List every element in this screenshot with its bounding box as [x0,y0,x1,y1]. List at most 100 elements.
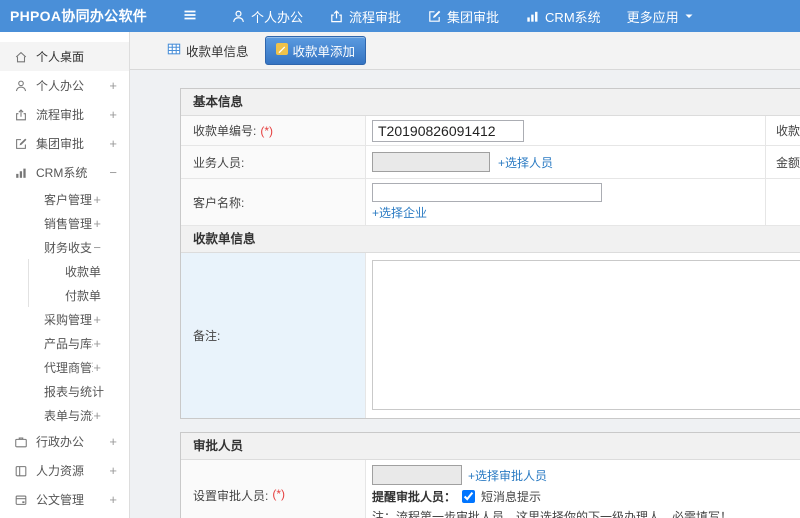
select-staff-link[interactable]: +选择人员 [498,154,553,171]
collapse-toggle[interactable]: − [109,166,117,179]
sidebar-item-group-approval[interactable]: 集团审批 + [0,129,129,158]
expand-toggle[interactable]: + [93,313,101,326]
section-header-basic: 基本信息 [181,89,800,116]
field-cell: +选择审批人员 提醒审批人员： 短消息提示 注：流程第一步审批人员，这里选择你的… [366,460,800,518]
expand-toggle[interactable]: + [109,464,117,477]
sidebar-item-label: 个人桌面 [36,50,85,64]
field-label: 客户名称: [181,179,366,225]
briefcase-icon [14,435,30,449]
collapse-toggle[interactable]: − [93,241,101,254]
expand-toggle[interactable]: + [93,217,101,230]
field-cell [366,116,766,145]
book-icon [14,464,30,478]
expand-toggle[interactable]: + [109,493,117,506]
top-menu-label: 集团审批 [447,9,500,25]
sidebar-item-documents[interactable]: 公文管理 + [0,485,129,514]
approver-input[interactable] [372,465,462,485]
form-row-sales-staff: 业务人员: +选择人员 金额: [181,146,800,179]
tab-bar: 收款单信息 收款单添加 [130,32,800,70]
amount-label: 金额: [776,155,800,170]
sidebar-item-crm[interactable]: CRM系统 − [0,158,129,187]
sidebar-item-label: 代理商管理 [44,360,93,375]
receipt-number-label: 收款单编号: [193,124,257,138]
remark-textarea[interactable] [372,260,800,410]
sidebar-item-label: CRM系统 [36,166,88,180]
expand-toggle[interactable]: + [93,193,101,206]
content-area: 基本信息 收款单编号: (*) 收款单日期: 业务人员: [130,70,800,518]
sidebar-item-product-inventory[interactable]: 产品与库存 + [0,331,129,355]
sales-staff-input[interactable] [372,152,490,172]
select-company-link[interactable]: +选择企业 [372,204,427,221]
tab-label: 收款单信息 [186,45,249,59]
sidebar-item-agent-mgmt[interactable]: 代理商管理 + [0,355,129,379]
expand-toggle[interactable]: + [109,79,117,92]
chart-icon [14,166,30,180]
workflow-icon [14,108,30,122]
sms-remind-label: 短消息提示 [481,490,542,504]
sidebar-item-sales-mgmt[interactable]: 销售管理 + [0,211,129,235]
sidebar-item-label: 行政办公 [36,435,85,449]
sidebar-item-personal-office[interactable]: 个人办公 + [0,71,129,100]
top-menu-group-approval[interactable]: 集团审批 [414,0,512,32]
approval-form: 审批人员 设置审批人员: (*) +选择审批人员 提醒审批人员： 短消息提示 注… [180,432,800,518]
sidebar-item-purchase-mgmt[interactable]: 采购管理 + [0,307,129,331]
top-menu-crm[interactable]: CRM系统 [512,0,614,32]
tab-receipt-info[interactable]: 收款单信息 [165,37,251,64]
sidebar-item-receipt[interactable]: 收款单 [29,259,129,283]
expand-toggle[interactable]: + [109,108,117,121]
field-label: 设置审批人员: (*) [181,460,366,518]
main-area: 收款单信息 收款单添加 基本信息 收款单编号: (*) T20190826091… [130,32,800,518]
field-label: 备注: [181,253,366,418]
expand-toggle[interactable]: + [93,361,101,374]
expand-toggle[interactable]: + [93,337,101,350]
customer-name-input[interactable] [372,183,602,202]
expand-toggle[interactable]: + [93,409,101,422]
top-menu-personal-office[interactable]: 个人办公 [218,0,316,32]
receipt-number-input[interactable] [372,119,524,142]
form-row-remark: 备注: [181,253,800,418]
top-menu-label: 个人办公 [251,9,304,25]
customer-name-label: 客户名称: [193,195,245,210]
approver-note: 注：流程第一步审批人员，这里选择你的下一级办理人，必需填写！ [372,510,733,518]
table-icon [167,42,181,59]
sidebar-item-payment[interactable]: 付款单 [29,283,129,307]
sidebar-item-label: 产品与库存 [44,336,93,351]
sidebar-item-label: 销售管理 [44,216,93,231]
sidebar-item-hr[interactable]: 人力资源 + [0,456,129,485]
required-mark: (*) [260,123,274,138]
sidebar-item-admin-office[interactable]: 行政办公 + [0,427,129,456]
edit-icon [427,9,442,24]
set-approver-label: 设置审批人员: [193,489,269,503]
sidebar-item-label: 公文管理 [36,493,85,507]
top-menu-label: 更多应用 [626,9,679,25]
sidebar-item-form-workflow-settings[interactable]: 表单与流程设置 + [0,403,129,427]
remark-label: 备注: [193,329,221,343]
sidebar-item-personal-desktop[interactable]: 个人桌面 [0,42,129,71]
sidebar: 个人桌面 个人办公 + 流程审批 + 集团审批 + CRM系统 − 客户管理 +… [0,32,130,518]
field-cell: +选择企业 [366,179,766,225]
sidebar-toggle-button[interactable] [176,3,204,30]
tab-receipt-add[interactable]: 收款单添加 [264,36,367,65]
caret-down-icon [684,11,694,21]
sidebar-item-label: 报表与统计 [44,384,105,399]
document-icon [14,493,30,507]
edit-icon [14,137,30,151]
sms-remind-checkbox[interactable] [462,490,476,503]
sidebar-item-workflow-approval[interactable]: 流程审批 + [0,100,129,129]
tab-label: 收款单添加 [292,45,356,59]
sidebar-item-reports[interactable]: 报表与统计 [0,379,129,403]
field-cell [366,253,800,418]
chart-icon [525,9,540,24]
sidebar-item-label: 表单与流程设置 [44,408,93,423]
sidebar-item-finance[interactable]: 财务收支 − [0,235,129,259]
section-header-receipt-info: 收款单信息 [181,226,800,253]
sidebar-item-label: 付款单 [65,288,102,303]
sidebar-item-customer-mgmt[interactable]: 客户管理 + [0,187,129,211]
menu-icon [182,7,198,26]
top-menu-label: 流程审批 [349,9,402,25]
expand-toggle[interactable]: + [109,435,117,448]
top-menu-more-apps[interactable]: 更多应用 [614,0,707,32]
select-approver-link[interactable]: +选择审批人员 [468,467,547,484]
top-menu-workflow-approval[interactable]: 流程审批 [316,0,414,32]
expand-toggle[interactable]: + [109,137,117,150]
